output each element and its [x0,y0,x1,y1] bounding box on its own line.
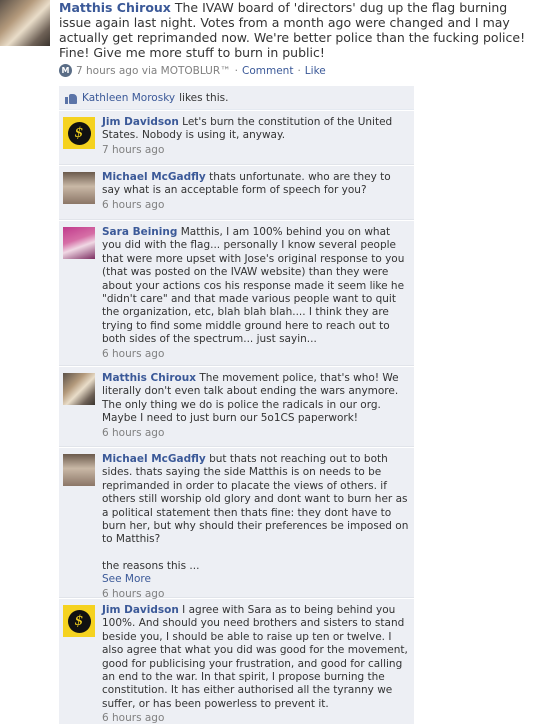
comment-item: Michael McGadfly but thats not reaching … [59,448,414,601]
post-author-link[interactable]: Matthis Chiroux [59,0,171,15]
commenter-name[interactable]: Jim Davidson [102,604,179,616]
commenter-avatar[interactable]: $ [63,117,95,149]
comment-timestamp[interactable]: 6 hours ago [102,199,410,212]
dollar-logo-icon: $ [67,121,91,145]
commenter-avatar[interactable] [63,454,95,486]
comment-item: Sara Beining Matthis, I am 100% behind y… [59,221,414,366]
commenter-name[interactable]: Matthis Chiroux [102,372,196,384]
comment-body: Michael McGadfly thats unfortunate. who … [102,171,410,212]
comment-text: but thats not reaching out to both sides… [102,453,409,546]
post-meta: M 7 hours ago via MOTOBLUR™ · Comment · … [59,64,326,77]
commenter-name[interactable]: Michael McGadfly [102,171,206,183]
see-more-link[interactable]: See More [102,573,410,586]
motoblur-icon: M [59,64,72,77]
commenter-name[interactable]: Jim Davidson [102,116,179,128]
dollar-logo-icon: $ [67,609,91,633]
commenter-avatar[interactable]: $ [63,605,95,637]
comment-item: $ Jim Davidson Let's burn the constituti… [59,111,414,165]
comment-body: Jim Davidson I agree with Sara as to bei… [102,604,410,726]
comment-text: I agree with Sara as to being behind you… [102,604,408,710]
likes-suffix: likes this. [179,91,229,104]
like-link[interactable]: Like [305,65,326,77]
post-text: Matthis Chiroux The IVAW board of 'direc… [59,0,539,60]
commenter-avatar[interactable] [63,373,95,405]
commenter-name[interactable]: Sara Beining [102,226,177,238]
comment-timestamp[interactable]: 7 hours ago [102,144,410,157]
likes-row: Kathleen Morosky likes this. [59,86,414,110]
comment-item: Matthis Chiroux The movement police, tha… [59,367,414,447]
comment-body: Michael McGadfly but thats not reaching … [102,453,410,601]
comment-body: Jim Davidson Let's burn the constitution… [102,116,410,157]
commenter-avatar[interactable] [63,227,95,259]
post-author-avatar[interactable] [0,0,50,46]
comment-item: $ Jim Davidson I agree with Sara as to b… [59,599,414,724]
liker-link[interactable]: Kathleen Morosky [82,92,175,104]
comment-item: Michael McGadfly thats unfortunate. who … [59,166,414,220]
meta-separator: · [234,64,238,77]
comment-link[interactable]: Comment [242,65,293,77]
commenter-avatar[interactable] [63,172,95,204]
comment-body: Matthis Chiroux The movement police, tha… [102,372,410,440]
comment-timestamp[interactable]: 6 hours ago [102,348,410,361]
meta-separator: · [297,64,301,77]
post-timestamp: 7 hours ago via MOTOBLUR™ [76,64,231,77]
comment-body: Sara Beining Matthis, I am 100% behind y… [102,226,410,361]
thumbs-up-icon [64,92,78,104]
comment-text-continued: the reasons this ... [102,559,200,572]
comment-timestamp[interactable]: 6 hours ago [102,427,410,440]
comment-text: Matthis, I am 100% behind you on what yo… [102,226,405,346]
commenter-name[interactable]: Michael McGadfly [102,453,206,465]
